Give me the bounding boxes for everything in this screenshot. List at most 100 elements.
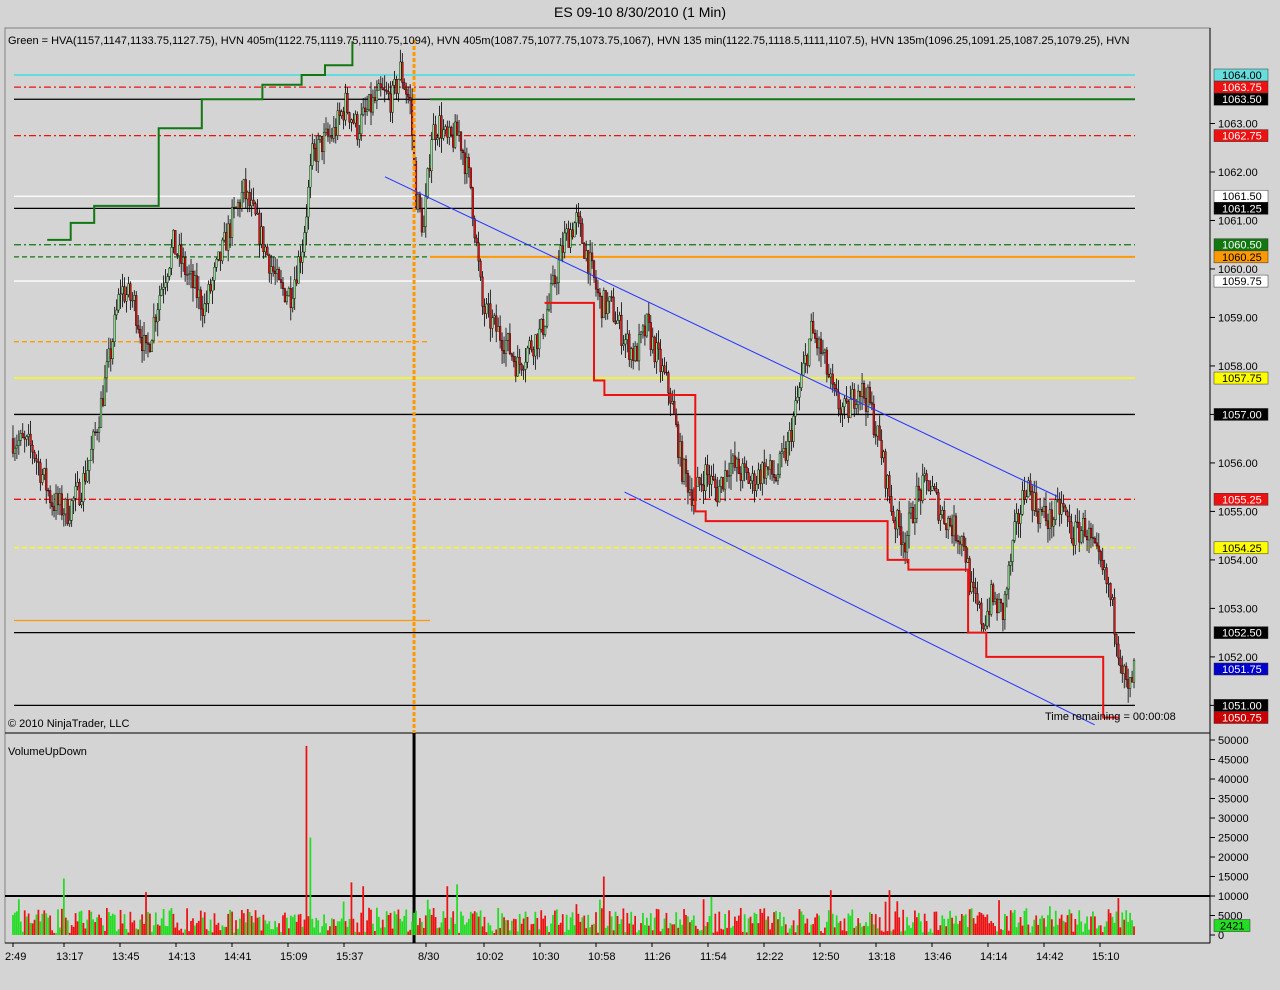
candle-body xyxy=(976,593,979,605)
candle-body xyxy=(377,83,380,91)
candle-body xyxy=(352,119,355,124)
candle-body xyxy=(958,541,961,545)
candle-body xyxy=(207,284,210,304)
candle-body xyxy=(307,186,310,218)
candle-body xyxy=(812,321,815,334)
chart-canvas[interactable]: 1063.00 1062.00 1061.00 1060.00 1059.00 1058.… xyxy=(0,0,1280,990)
copyright-notice: © 2010 NinjaTrader, LLC xyxy=(8,718,129,730)
candle-body xyxy=(109,348,112,359)
candle-body xyxy=(925,473,928,481)
candle-body xyxy=(1105,567,1108,585)
candle-body xyxy=(780,451,783,454)
candle-body xyxy=(133,295,136,301)
candle-body xyxy=(1127,679,1130,689)
candle-body xyxy=(501,340,504,351)
candle-body xyxy=(162,287,165,290)
candle-body xyxy=(430,139,433,172)
candle-body xyxy=(461,150,465,154)
candle-body xyxy=(213,267,216,281)
candle-body xyxy=(123,286,126,302)
candle-body xyxy=(947,518,950,531)
candle-body xyxy=(252,199,255,204)
candle-body xyxy=(962,536,965,547)
candle-body xyxy=(1095,542,1098,547)
candle-body xyxy=(978,602,981,605)
candle-body xyxy=(808,338,811,366)
candle-body xyxy=(401,61,404,83)
time-tick-label: 13:17 xyxy=(56,951,84,963)
candle-body xyxy=(74,486,77,499)
candle-body xyxy=(843,398,846,408)
candle-body xyxy=(1101,560,1104,571)
candle-body xyxy=(248,192,251,207)
candle-body xyxy=(475,237,478,243)
candle-body xyxy=(602,290,605,319)
candle-body xyxy=(569,229,572,248)
time-tick-label: 13:45 xyxy=(112,951,140,963)
candle-body xyxy=(276,269,279,274)
volume-panel-label: VolumeUpDown xyxy=(8,746,87,758)
candle-body xyxy=(1019,514,1022,524)
candle-body xyxy=(27,433,30,437)
candle-body xyxy=(592,260,596,278)
candle-body xyxy=(129,283,132,301)
time-tick-label: 11:26 xyxy=(644,951,671,963)
price-panel[interactable] xyxy=(4,27,1211,734)
candle-body xyxy=(1023,490,1026,500)
time-tick-label: 2:49 xyxy=(5,951,26,963)
candle-body xyxy=(616,320,619,324)
candle-body xyxy=(763,462,766,479)
volume-panel[interactable] xyxy=(4,732,1211,944)
candle-body xyxy=(585,250,588,259)
time-tick-label: 12:22 xyxy=(756,951,784,963)
candle-body xyxy=(634,346,637,361)
candle-body xyxy=(587,250,590,274)
candle-body xyxy=(166,276,169,283)
level-badge-6: 1061.25 xyxy=(1222,203,1262,215)
candle-body xyxy=(115,309,118,316)
candle-body xyxy=(238,202,242,209)
candle-body xyxy=(1097,545,1100,552)
candle-body xyxy=(994,598,997,602)
candle-body xyxy=(1033,492,1036,511)
candle-body xyxy=(84,473,87,482)
candle-body xyxy=(765,466,768,479)
candle-body xyxy=(745,466,748,473)
candle-body xyxy=(999,599,1003,604)
candle-body xyxy=(315,148,318,162)
candle-body xyxy=(659,348,662,372)
candle-body xyxy=(344,92,347,121)
candle-body xyxy=(518,356,521,365)
level-badge-12: 1057.75 xyxy=(1222,373,1262,385)
candle-body xyxy=(530,340,533,350)
candle-body xyxy=(366,109,369,113)
candle-body xyxy=(596,288,600,294)
candle-body xyxy=(178,244,181,256)
candle-body xyxy=(135,295,138,326)
candle-body xyxy=(217,251,220,260)
candle-body xyxy=(231,207,234,238)
candle-body xyxy=(984,625,987,630)
candle-body xyxy=(510,353,513,357)
candle-body xyxy=(184,256,187,275)
candle-body xyxy=(11,438,15,454)
candle-body xyxy=(264,246,267,253)
level-badge-5: 1061.50 xyxy=(1222,191,1262,203)
candle-body xyxy=(97,427,101,433)
candle-body xyxy=(103,377,107,406)
candle-body xyxy=(1039,509,1042,524)
candle-body xyxy=(733,455,736,468)
candle-body xyxy=(96,431,99,433)
time-tick-label: 14:41 xyxy=(224,951,252,963)
candle-body xyxy=(610,296,613,298)
candle-body xyxy=(1089,527,1093,538)
candle-body xyxy=(197,289,200,298)
candle-body xyxy=(995,598,999,614)
candle-body xyxy=(141,337,144,352)
candle-body xyxy=(964,546,967,563)
candle-body xyxy=(880,440,883,459)
candle-body xyxy=(260,226,263,245)
candle-body xyxy=(960,536,963,545)
candle-body xyxy=(1129,677,1132,689)
candle-body xyxy=(747,472,750,484)
